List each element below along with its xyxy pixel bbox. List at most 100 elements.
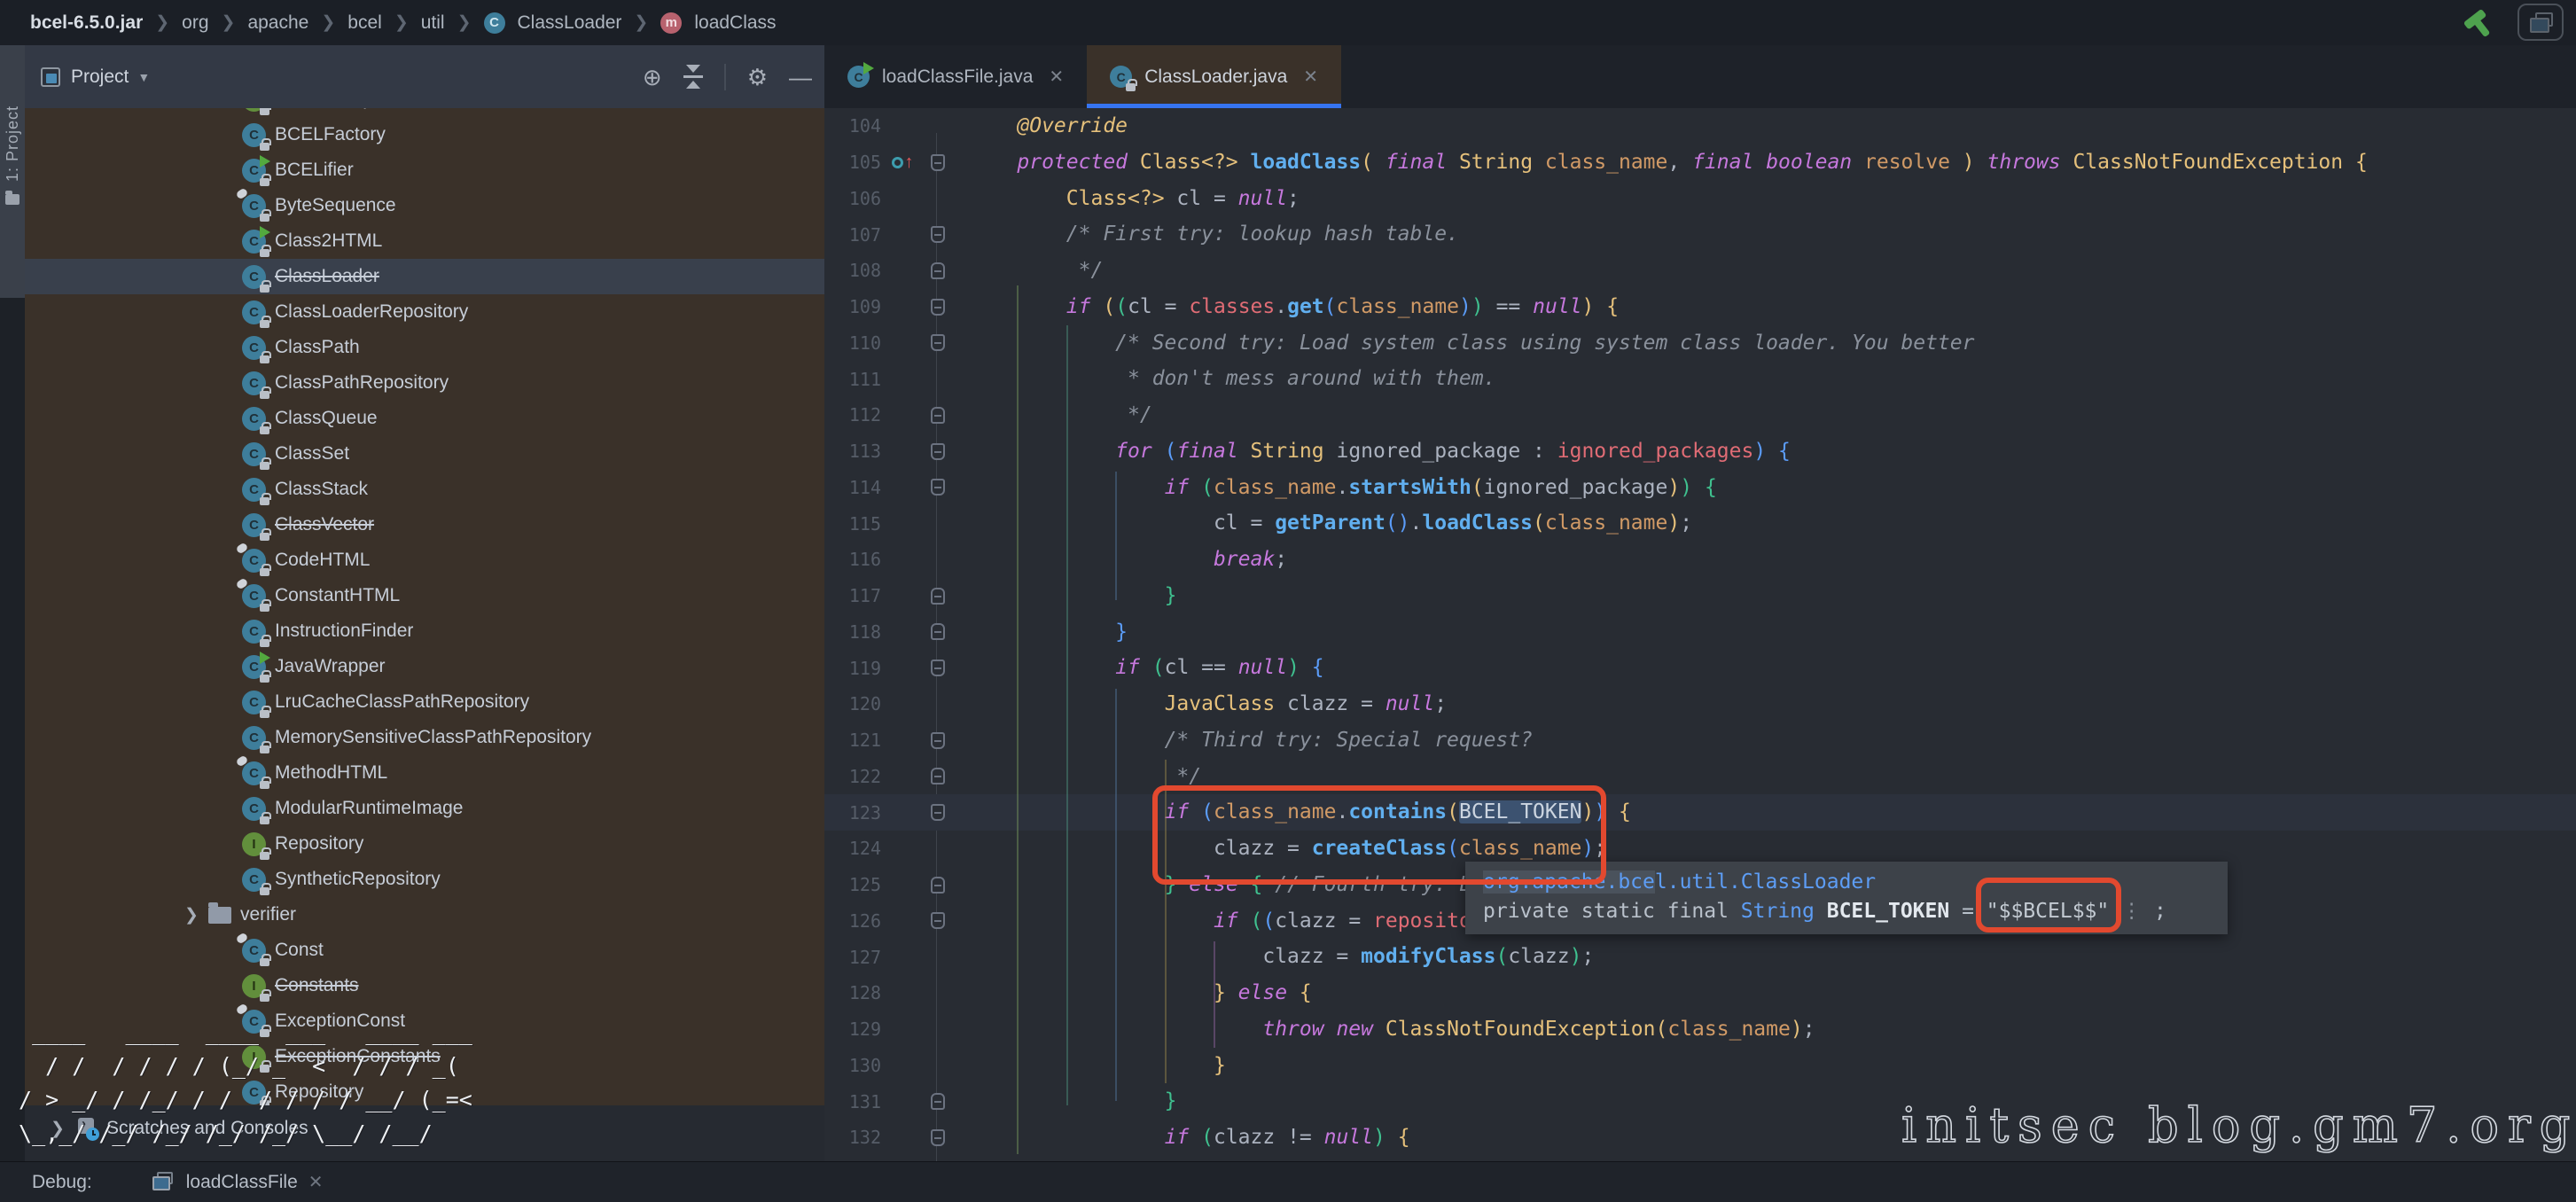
build-hammer-icon[interactable]	[2458, 4, 2501, 46]
code-line-116[interactable]: 116 break;	[824, 542, 2576, 578]
line-number[interactable]: 105	[824, 152, 885, 173]
locate-icon[interactable]: ⊕	[643, 66, 662, 89]
tree-item-classset[interactable]: CClassSet	[25, 436, 824, 472]
chevron-right-icon[interactable]: ❯	[180, 905, 203, 925]
code-editor[interactable]: 104 @Override105↑ protected Class<?> loa…	[824, 108, 2576, 1161]
tree-item-javawrapper[interactable]: CJavaWrapper	[25, 649, 824, 684]
tree-item-classloaderrepository[interactable]: CClassLoaderRepository	[25, 294, 824, 330]
line-number[interactable]: 107	[824, 224, 885, 246]
overrides-method-icon[interactable]	[892, 157, 903, 168]
line-number[interactable]: 112	[824, 404, 885, 425]
line-number[interactable]: 110	[824, 332, 885, 354]
line-number[interactable]: 120	[824, 693, 885, 714]
fold-marker-icon[interactable]	[931, 912, 945, 929]
tab-classloader-java[interactable]: CClassLoader.java✕	[1087, 45, 1341, 108]
tree-item-const[interactable]: CConst	[25, 933, 824, 968]
code-line-108[interactable]: 108 */	[824, 253, 2576, 289]
tree-item-classstack[interactable]: CClassStack	[25, 472, 824, 507]
tree-item-codehtml[interactable]: CCodeHTML	[25, 542, 824, 578]
close-icon[interactable]: ✕	[1049, 66, 1064, 88]
tree-item-class2html[interactable]: CClass2HTML	[25, 223, 824, 259]
tool-windows-button[interactable]	[2517, 4, 2564, 41]
fold-marker-icon[interactable]	[931, 1093, 945, 1110]
code-line-128[interactable]: 128 } else {	[824, 975, 2576, 1011]
tree-item-bcelifier[interactable]: CBCELifier	[25, 152, 824, 188]
line-number[interactable]: 131	[824, 1091, 885, 1112]
fold-marker-icon[interactable]	[931, 479, 945, 496]
line-number[interactable]: 129	[824, 1019, 885, 1040]
code-line-129[interactable]: 129 throw new ClassNotFoundException(cla…	[824, 1011, 2576, 1048]
fold-marker-icon[interactable]	[931, 623, 945, 640]
line-number[interactable]: 109	[824, 296, 885, 317]
code-line-121[interactable]: 121 /* Third try: Special request?	[824, 722, 2576, 759]
code-line-107[interactable]: 107 /* First try: lookup hash table.	[824, 216, 2576, 253]
breadcrumb-item[interactable]: bcel	[347, 12, 382, 34]
line-number[interactable]: 113	[824, 441, 885, 462]
tree-item-constants[interactable]: IConstants	[25, 968, 824, 1003]
tree-item-bcelfactory[interactable]: CBCELFactory	[25, 117, 824, 152]
code-line-114[interactable]: 114 if (class_name.startsWith(ignored_pa…	[824, 470, 2576, 506]
breadcrumb-item[interactable]: loadClass	[694, 12, 776, 34]
fold-marker-icon[interactable]	[931, 1129, 945, 1146]
fold-marker-icon[interactable]	[931, 588, 945, 605]
code-line-113[interactable]: 113 for (final String ignored_package : …	[824, 433, 2576, 470]
code-line-130[interactable]: 130 }	[824, 1048, 2576, 1084]
tree-item-lrucacheclasspathrepository[interactable]: CLruCacheClassPathRepository	[25, 684, 824, 720]
code-line-112[interactable]: 112 */	[824, 397, 2576, 433]
fold-marker-icon[interactable]	[931, 732, 945, 749]
project-tool-button[interactable]: 1: Project	[0, 45, 25, 298]
code-line-117[interactable]: 117 }	[824, 578, 2576, 614]
tree-item-methodhtml[interactable]: CMethodHTML	[25, 755, 824, 791]
tree-item-bcelcomparator[interactable]: IBCELComparator	[25, 108, 824, 117]
line-number[interactable]: 118	[824, 621, 885, 643]
tree-item-verifier[interactable]: ❯verifier	[25, 897, 824, 933]
line-number[interactable]: 114	[824, 477, 885, 498]
fold-marker-icon[interactable]	[931, 804, 945, 821]
tree-item-constanthtml[interactable]: CConstantHTML	[25, 578, 824, 613]
code-line-109[interactable]: 109 if ((cl = classes.get(class_name)) =…	[824, 289, 2576, 325]
debug-session-tab[interactable]: loadClassFile ✕	[152, 1171, 324, 1193]
line-number[interactable]: 124	[824, 838, 885, 859]
code-line-105[interactable]: 105↑ protected Class<?> loadClass( final…	[824, 144, 2576, 181]
project-panel-title[interactable]: Project	[71, 66, 129, 88]
fold-marker-icon[interactable]	[931, 226, 945, 243]
tree-item-instructionfinder[interactable]: CInstructionFinder	[25, 613, 824, 649]
line-number[interactable]: 119	[824, 658, 885, 679]
breadcrumb-item[interactable]: ClassLoader	[518, 12, 622, 34]
line-number[interactable]: 122	[824, 766, 885, 787]
code-line-120[interactable]: 120 JavaClass clazz = null;	[824, 686, 2576, 722]
breadcrumb-item[interactable]: bcel-6.5.0.jar	[30, 12, 143, 34]
line-number[interactable]: 127	[824, 947, 885, 968]
code-line-110[interactable]: 110 /* Second try: Load system class usi…	[824, 325, 2576, 362]
breadcrumb-item[interactable]: org	[182, 12, 208, 34]
code-line-119[interactable]: 119 if (cl == null) {	[824, 650, 2576, 686]
tree-item-memorysensitiveclasspathrepository[interactable]: CMemorySensitiveClassPathRepository	[25, 720, 824, 755]
tree-item-classvector[interactable]: CClassVector	[25, 507, 824, 542]
line-number[interactable]: 111	[824, 369, 885, 390]
code-line-118[interactable]: 118 }	[824, 614, 2576, 651]
settings-gear-icon[interactable]: ⚙	[747, 66, 768, 89]
code-line-122[interactable]: 122 */	[824, 759, 2576, 795]
close-icon[interactable]: ✕	[1303, 66, 1318, 88]
code-line-123[interactable]: 123 if (class_name.contains(BCEL_TOKEN))…	[824, 794, 2576, 831]
tree-item-bytesequence[interactable]: CByteSequence	[25, 188, 824, 223]
chevron-down-icon[interactable]: ▼	[137, 70, 150, 84]
line-number[interactable]: 121	[824, 730, 885, 751]
line-number[interactable]: 132	[824, 1127, 885, 1148]
line-number[interactable]: 104	[824, 115, 885, 137]
fold-marker-icon[interactable]	[931, 299, 945, 316]
line-number[interactable]: 115	[824, 513, 885, 535]
tree-item-classqueue[interactable]: CClassQueue	[25, 401, 824, 436]
fold-marker-icon[interactable]	[931, 877, 945, 894]
line-number[interactable]: 130	[824, 1055, 885, 1076]
code-line-104[interactable]: 104 @Override	[824, 108, 2576, 144]
tab-loadclassfile-java[interactable]: CloadClassFile.java✕	[824, 45, 1087, 108]
line-number[interactable]: 125	[824, 874, 885, 895]
line-number[interactable]: 128	[824, 982, 885, 1003]
hide-panel-icon[interactable]: —	[789, 66, 812, 89]
fold-marker-icon[interactable]	[931, 443, 945, 460]
breadcrumb-item[interactable]: util	[421, 12, 445, 34]
fold-marker-icon[interactable]	[931, 154, 945, 171]
tree-item-syntheticrepository[interactable]: CSyntheticRepository	[25, 862, 824, 897]
tree-item-classpath[interactable]: CClassPath	[25, 330, 824, 365]
